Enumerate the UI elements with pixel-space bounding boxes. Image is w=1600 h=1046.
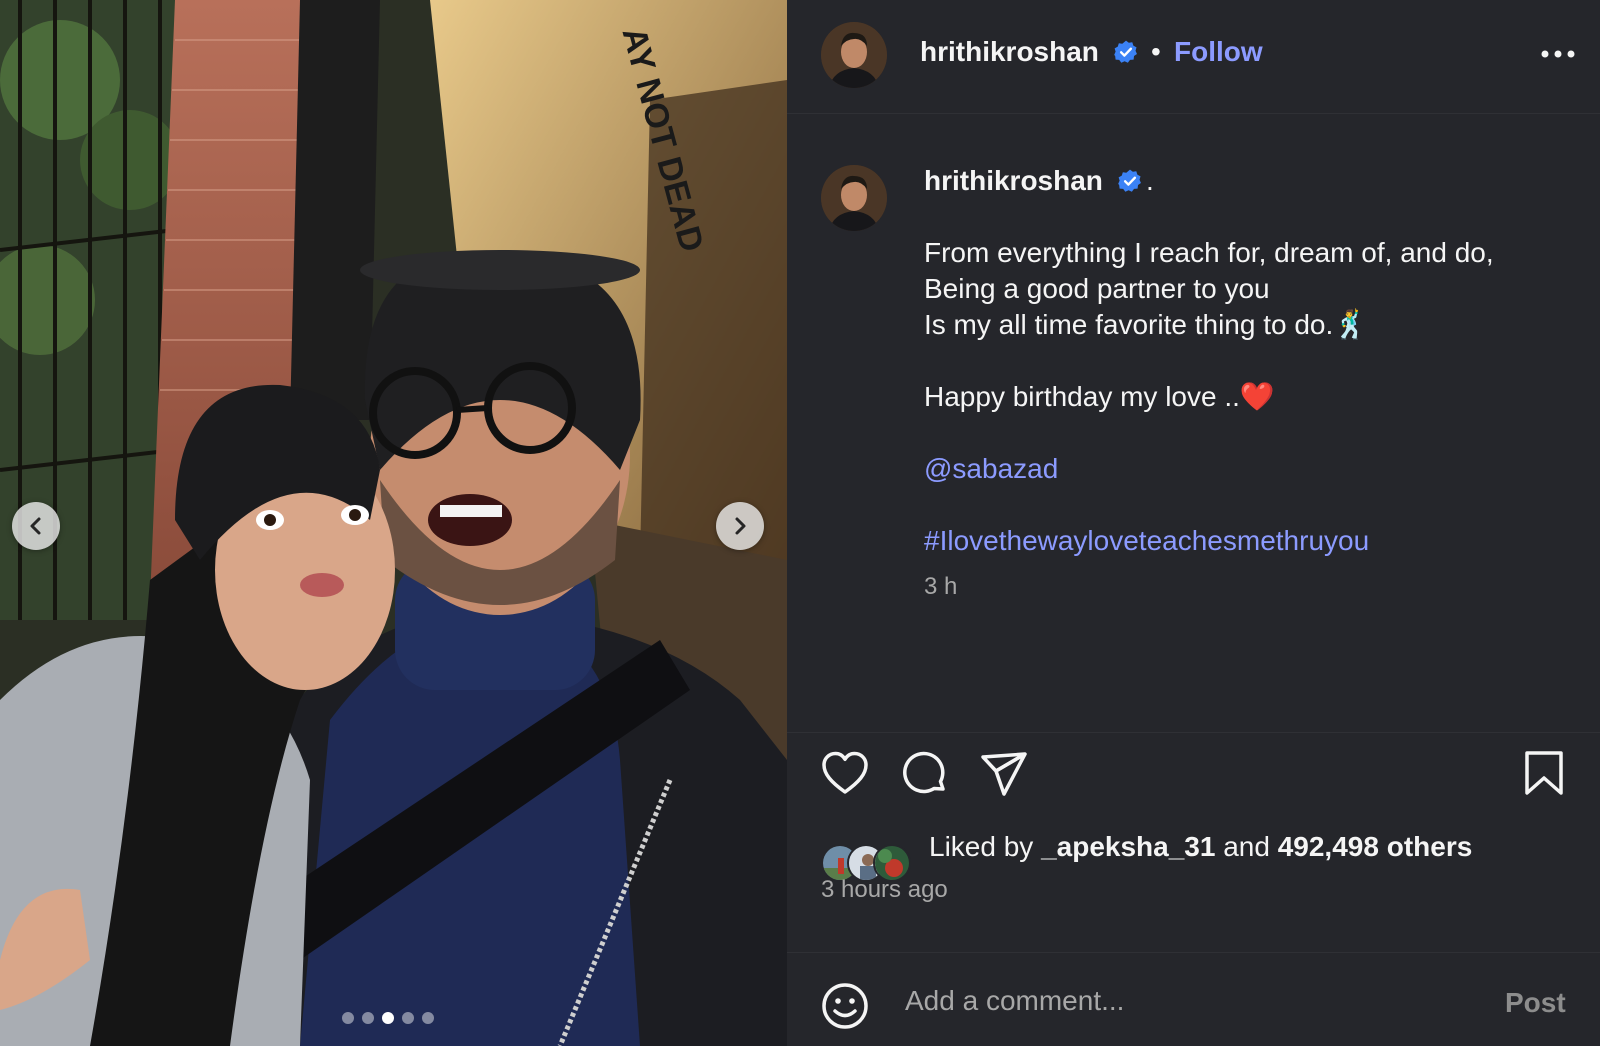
carousel-dot[interactable] <box>362 1012 374 1024</box>
post-header: hrithikroshan • Follow <box>787 0 1600 114</box>
header-username[interactable]: hrithikroshan <box>920 36 1139 68</box>
more-options-icon[interactable] <box>1541 50 1575 58</box>
caption-timestamp[interactable]: 3 h <box>924 573 957 601</box>
liked-by-user-link[interactable]: _apeksha_31 <box>1041 831 1215 862</box>
caption-username[interactable]: hrithikroshan <box>924 165 1143 197</box>
caption-hashtag-link[interactable]: #Ilovethewayloveteachesmethruyou <box>924 525 1369 557</box>
likes-prefix: Liked by <box>929 831 1034 862</box>
post-media: AY NOT DEAD <box>0 0 787 1046</box>
follow-button[interactable]: Follow <box>1174 36 1263 68</box>
comment-input[interactable] <box>905 981 1465 1021</box>
post-comment-button[interactable]: Post <box>1505 987 1566 1019</box>
caption-trailing: . <box>1146 165 1154 196</box>
post-modal: AY NOT DEAD hrithikroshan • Follow hrith… <box>0 0 1600 1046</box>
caption-line: Happy birthday my love ..❤️ <box>924 381 1275 412</box>
header-username-text[interactable]: hrithikroshan <box>920 36 1099 67</box>
caption-username-text[interactable]: hrithikroshan <box>924 165 1103 196</box>
post-photo: AY NOT DEAD <box>0 0 787 1046</box>
comment-icon[interactable] <box>901 750 949 798</box>
carousel-dot[interactable] <box>422 1012 434 1024</box>
next-slide-button[interactable] <box>716 502 764 550</box>
verified-badge-icon <box>1113 40 1137 63</box>
carousel-dot[interactable] <box>342 1012 354 1024</box>
previous-slide-button[interactable] <box>12 502 60 550</box>
caption-section: hrithikroshan . From everything I reach … <box>787 115 1600 732</box>
caption-mention-link[interactable]: @sabazad <box>924 453 1058 485</box>
likes-count-link[interactable]: 492,498 others <box>1278 831 1473 862</box>
post-actions: Liked by _apeksha_31 and 492,498 others … <box>787 732 1600 952</box>
avatar-image <box>821 22 887 88</box>
likes-conjunction: and <box>1223 831 1270 862</box>
carousel-dot-active[interactable] <box>382 1012 394 1024</box>
caption-line: Being a good partner to you <box>924 273 1270 304</box>
avatar[interactable] <box>821 22 887 88</box>
verified-badge-icon <box>1117 169 1141 192</box>
bookmark-icon[interactable] <box>1523 750 1565 796</box>
likes-summary: Liked by _apeksha_31 and 492,498 others <box>929 831 1472 863</box>
avatar-image <box>821 165 887 231</box>
heart-icon[interactable] <box>821 751 869 795</box>
header-separator: • <box>1151 36 1161 67</box>
post-timestamp[interactable]: 3 hours ago <box>821 876 948 904</box>
chevron-right-icon <box>735 517 746 535</box>
caption-line: Is my all time favorite thing to do.🕺 <box>924 309 1369 340</box>
share-icon[interactable] <box>980 750 1028 798</box>
caption-line: From everything I reach for, dream of, a… <box>924 237 1494 268</box>
avatar[interactable] <box>821 165 887 231</box>
carousel-indicator <box>342 1012 434 1024</box>
carousel-dot[interactable] <box>402 1012 414 1024</box>
emoji-icon[interactable] <box>821 982 869 1030</box>
chevron-left-icon <box>30 517 41 535</box>
comment-bar: Post <box>787 952 1600 1046</box>
post-details-panel: hrithikroshan • Follow hrithikroshan . F… <box>787 0 1600 1046</box>
